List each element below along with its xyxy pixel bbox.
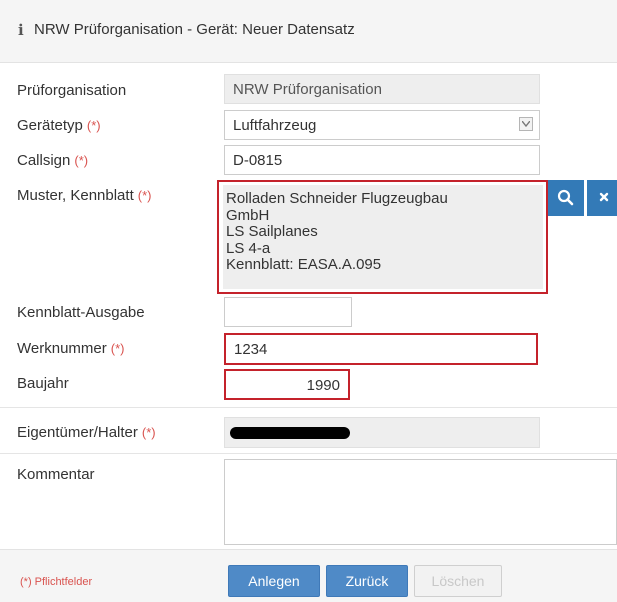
muster-field[interactable]: Rolladen Schneider Flugzeugbau GmbH LS S… bbox=[217, 180, 548, 294]
muster-line: GmbH bbox=[226, 206, 270, 224]
label-eigentuemer: Eigentümer/Halter (*) bbox=[17, 424, 156, 441]
label-text: Kommentar bbox=[17, 466, 95, 483]
label-text: Baujahr bbox=[17, 375, 69, 392]
label-text: Muster, Kennblatt bbox=[17, 187, 134, 204]
redaction-bar bbox=[230, 427, 350, 439]
geraetetyp-value: Luftfahrzeug bbox=[233, 117, 317, 134]
required-marker: (*) bbox=[74, 153, 89, 168]
label-text: Gerätetyp bbox=[17, 117, 83, 134]
search-icon bbox=[557, 189, 574, 206]
required-marker: (*) bbox=[141, 425, 156, 440]
muster-line: LS Sailplanes bbox=[226, 223, 318, 240]
dialog-title: NRW Prüforganisation - Gerät: Neuer Date… bbox=[34, 21, 355, 38]
prueforganisation-value: NRW Prüforganisation bbox=[233, 81, 382, 98]
label-text: Kennblatt-Ausgabe bbox=[17, 304, 145, 321]
required-marker: (*) bbox=[110, 341, 125, 356]
werknummer-value: 1234 bbox=[234, 341, 268, 358]
clear-button[interactable] bbox=[587, 180, 617, 216]
label-text: Callsign bbox=[17, 152, 71, 169]
label-muster: Muster, Kennblatt (*) bbox=[17, 187, 151, 204]
muster-line: LS 4-a bbox=[226, 239, 271, 257]
label-text: Prüforganisation bbox=[17, 82, 127, 99]
label-text: Eigentümer/Halter bbox=[17, 424, 138, 441]
label-baujahr: Baujahr bbox=[17, 375, 69, 392]
divider bbox=[0, 407, 617, 408]
dialog-footer: (*) Pflichtfelder Anlegen Zurück Löschen bbox=[0, 549, 617, 602]
geraetetyp-select[interactable]: Luftfahrzeug bbox=[224, 110, 540, 140]
anlegen-button[interactable]: Anlegen bbox=[228, 565, 320, 597]
dialog-header: ℹ NRW Prüforganisation - Gerät: Neuer Da… bbox=[0, 0, 617, 63]
label-kennblatt-ausgabe: Kennblatt-Ausgabe bbox=[17, 304, 145, 321]
baujahr-input[interactable]: 1990 bbox=[224, 369, 350, 400]
prueforganisation-field: NRW Prüforganisation bbox=[224, 74, 540, 104]
werknummer-input[interactable]: 1234 bbox=[224, 333, 538, 365]
required-marker: (*) bbox=[137, 188, 152, 203]
divider bbox=[0, 453, 617, 454]
label-text: Werknummer bbox=[17, 340, 107, 357]
baujahr-value: 1990 bbox=[306, 377, 340, 394]
label-callsign: Callsign (*) bbox=[17, 152, 88, 169]
required-fields-note: (*) Pflichtfelder bbox=[20, 576, 93, 588]
callsign-input[interactable]: D-0815 bbox=[224, 145, 540, 175]
required-marker: (*) bbox=[86, 118, 101, 133]
zurueck-button[interactable]: Zurück bbox=[326, 565, 408, 597]
label-kommentar: Kommentar bbox=[17, 466, 95, 483]
muster-value-area: Rolladen Schneider Flugzeugbau GmbH LS S… bbox=[223, 185, 543, 289]
search-button[interactable] bbox=[548, 180, 584, 216]
close-icon bbox=[599, 192, 609, 202]
info-icon: ℹ bbox=[18, 22, 24, 39]
label-geraetetyp: Gerätetyp (*) bbox=[17, 117, 101, 134]
muster-line: Rolladen Schneider Flugzeugbau bbox=[226, 190, 448, 207]
callsign-value: D-0815 bbox=[233, 152, 283, 169]
muster-line: Kennblatt: EASA.A.095 bbox=[226, 256, 382, 273]
kommentar-textarea[interactable] bbox=[224, 459, 617, 545]
label-prueforganisation: Prüforganisation bbox=[17, 82, 126, 99]
label-werknummer: Werknummer (*) bbox=[17, 340, 124, 357]
chevron-down-icon[interactable] bbox=[519, 117, 533, 131]
loeschen-button[interactable]: Löschen bbox=[414, 565, 502, 597]
kennblatt-ausgabe-input[interactable] bbox=[224, 297, 352, 327]
